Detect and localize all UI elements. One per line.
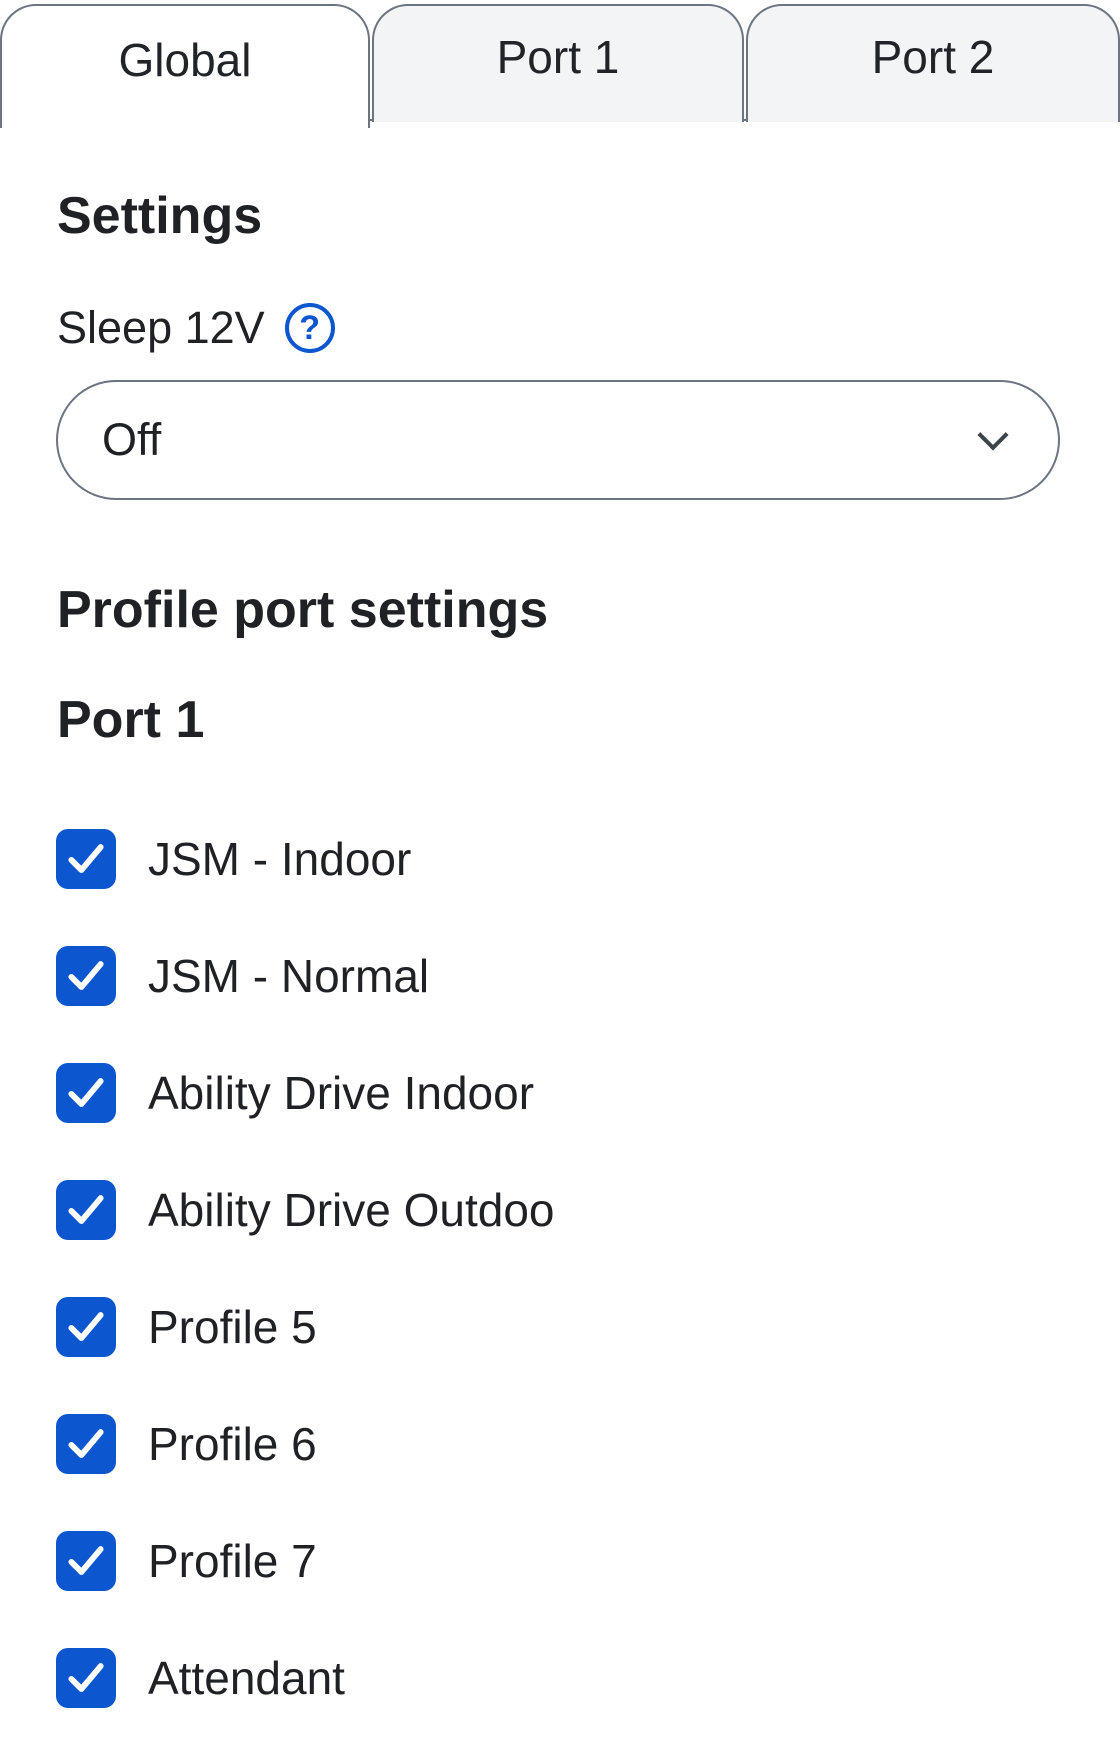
profile-checkbox-label: JSM - Indoor [148, 832, 412, 885]
sleep-12v-value: Off [102, 414, 162, 465]
profile-checkbox-label: Profile 5 [148, 1300, 317, 1353]
profile-checkbox-label: Ability Drive Indoor [148, 1066, 535, 1119]
sleep-field-label-row: Sleep 12V ? [57, 302, 335, 354]
chevron-down-icon [977, 419, 1009, 451]
checkbox-checked-icon[interactable] [56, 1296, 116, 1357]
checkbox-checked-icon[interactable] [56, 1530, 116, 1591]
sleep-12v-label: Sleep 12V [57, 302, 265, 353]
profile-checkbox-label: Profile 7 [148, 1534, 317, 1587]
checkbox-checked-icon[interactable] [56, 1647, 116, 1708]
checkbox-checked-icon[interactable] [56, 1179, 116, 1240]
tab-global[interactable]: Global [0, 4, 370, 128]
settings-heading: Settings [57, 187, 263, 245]
page: Global Port 1 Port 2 Settings Sleep 12V … [0, 0, 1120, 1737]
checkbox-checked-icon[interactable] [56, 1413, 116, 1474]
profile-checkbox-item[interactable]: Profile 5 [56, 1268, 1056, 1385]
profile-checkbox-item[interactable]: Attendant [56, 1619, 1056, 1736]
profile-checkbox-item[interactable]: JSM - Normal [56, 917, 1056, 1034]
profile-checkbox-item[interactable]: Profile 6 [56, 1385, 1056, 1502]
profile-checkbox-item[interactable]: Ability Drive Indoor [56, 1034, 1056, 1151]
profile-checkbox-item[interactable]: Ability Drive Outdoo [56, 1151, 1056, 1268]
checkbox-checked-icon[interactable] [56, 1062, 116, 1123]
help-icon[interactable]: ? [284, 303, 335, 353]
checkbox-checked-icon[interactable] [56, 945, 116, 1006]
tab-port-1[interactable]: Port 1 [372, 4, 744, 122]
sleep-12v-select[interactable]: Off [56, 380, 1060, 500]
profile-port-settings-heading: Profile port settings [57, 581, 549, 639]
port-1-heading: Port 1 [57, 691, 205, 749]
profile-checkbox-item[interactable]: JSM - Indoor [56, 800, 1056, 917]
profile-checkbox-item[interactable]: Profile 7 [56, 1502, 1056, 1619]
tab-bar: Global Port 1 Port 2 [0, 0, 1120, 128]
checkbox-checked-icon[interactable] [56, 828, 116, 889]
profile-checkbox-list: JSM - Indoor JSM - Normal Ability Drive … [56, 800, 1056, 1736]
profile-checkbox-label: JSM - Normal [148, 949, 430, 1002]
profile-checkbox-label: Profile 6 [148, 1417, 317, 1470]
tab-port-2[interactable]: Port 2 [746, 4, 1120, 122]
profile-checkbox-label: Ability Drive Outdoo [148, 1183, 555, 1236]
profile-checkbox-label: Attendant [148, 1651, 345, 1704]
